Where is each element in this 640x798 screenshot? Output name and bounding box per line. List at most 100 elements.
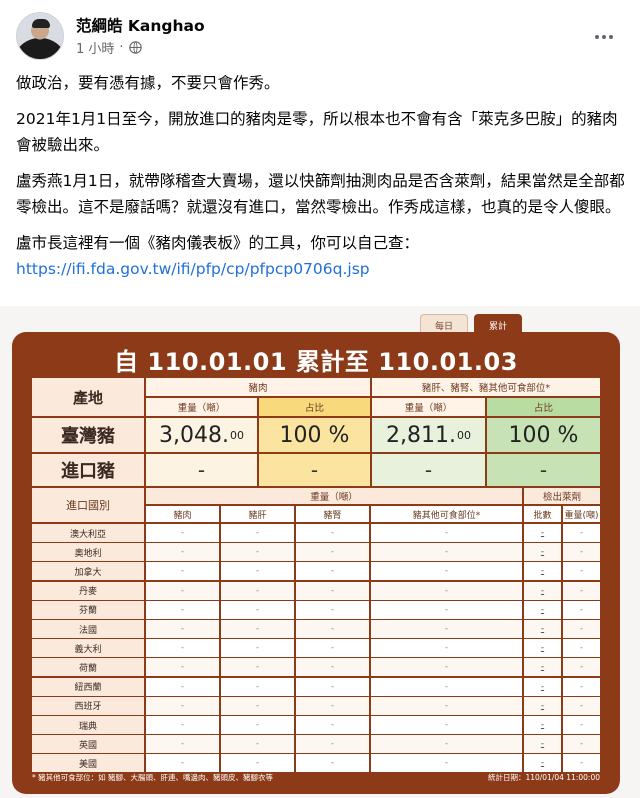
country-value-cell: - — [146, 524, 219, 543]
country-value-cell: - — [563, 754, 600, 773]
avatar[interactable] — [16, 12, 64, 60]
country-value-cell[interactable]: - — [524, 562, 561, 581]
country-value-cell: - — [221, 620, 294, 639]
col-pork: 豬肉 — [146, 506, 219, 522]
country-value-cell: - — [563, 658, 600, 677]
country-value-cell: - — [563, 696, 600, 715]
country-value-cell: - — [296, 754, 369, 773]
dashboard-title: 自 110.01.01 累計至 110.01.03 — [114, 348, 518, 376]
country-name: 西班牙 — [32, 696, 144, 715]
country-value-cell: - — [563, 620, 600, 639]
country-name: 美國 — [32, 754, 144, 773]
country-value-cell[interactable]: - — [524, 716, 561, 735]
country-name: 瑞典 — [32, 716, 144, 735]
country-value-cell[interactable]: - — [524, 543, 561, 562]
imported-other-weight: - — [372, 454, 485, 486]
country-value-cell[interactable]: - — [524, 754, 561, 773]
country-value-cell: - — [146, 639, 219, 658]
other-parts-header: 豬肝、豬腎、豬其他可食部位* — [372, 378, 600, 396]
country-value-cell: - — [146, 735, 219, 754]
country-value-cell: - — [296, 658, 369, 677]
country-name: 芬蘭 — [32, 600, 144, 619]
post-paragraph: 盧市長這裡有一個《豬肉儀表板》的工具，你可以自己查： https://ifi.f… — [16, 230, 628, 282]
country-value-cell: - — [563, 600, 600, 619]
post-image[interactable]: 每日 累計 自 110.01.01 累計至 110.01.03 產地 豬肉 豬肝… — [0, 306, 640, 798]
col-tested-weight: 重量(噸) — [563, 506, 600, 522]
country-value-cell[interactable]: - — [524, 658, 561, 677]
origin-header: 產地 — [32, 378, 144, 416]
country-value-cell: - — [221, 677, 294, 696]
country-value-cell: - — [563, 581, 600, 600]
country-value-cell: - — [146, 620, 219, 639]
country-value-cell[interactable]: - — [524, 620, 561, 639]
country-value-cell: - — [296, 696, 369, 715]
post-paragraph: 做政治，要有憑有據，不要只會作秀。 — [16, 74, 280, 92]
country-value-cell[interactable]: - — [524, 735, 561, 754]
country-value-cell: - — [221, 581, 294, 600]
country-value-cell: - — [146, 754, 219, 773]
country-value-cell: - — [221, 735, 294, 754]
country-value-cell[interactable]: - — [524, 677, 561, 696]
taiwan-other-weight-int: 2,811. — [386, 422, 456, 448]
taiwan-pork-weight-dec: 00 — [229, 428, 244, 442]
col-liver: 豬肝 — [221, 506, 294, 522]
country-value-cell: - — [146, 543, 219, 562]
country-name: 英國 — [32, 735, 144, 754]
country-value-cell: - — [563, 735, 600, 754]
country-header: 進口國別 — [32, 488, 144, 522]
country-value-cell: - — [296, 677, 369, 696]
country-value-cell: - — [221, 562, 294, 581]
country-value-cell: - — [296, 639, 369, 658]
imported-pork-weight: - — [146, 454, 257, 486]
country-value-cell: - — [371, 600, 522, 619]
country-value-cell[interactable]: - — [524, 581, 561, 600]
country-value-cell: - — [296, 716, 369, 735]
detail-tested-header: 檢出萊劑 — [524, 488, 600, 504]
col-other-parts: 豬其他可食部位* — [371, 506, 522, 522]
country-value-cell: - — [146, 658, 219, 677]
country-value-cell: - — [563, 677, 600, 696]
country-value-cell: - — [563, 716, 600, 735]
country-value-cell: - — [371, 716, 522, 735]
dashboard-link[interactable]: https://ifi.fda.gov.tw/ifi/pfp/cp/pfpcp0… — [16, 260, 370, 278]
country-value-cell: - — [371, 543, 522, 562]
country-value-cell[interactable]: - — [524, 524, 561, 543]
country-value-cell: - — [221, 658, 294, 677]
post-time[interactable]: 1 小時 — [76, 38, 114, 57]
country-value-cell[interactable]: - — [524, 600, 561, 619]
globe-icon[interactable] — [128, 41, 142, 54]
taiwan-other-weight: 2,811. 00 — [372, 418, 485, 452]
country-value-cell: - — [296, 735, 369, 754]
country-value-cell: - — [563, 639, 600, 658]
dashboard-footnote: * 豬其他可食部位：如 豬腳、大腸頭、肝連、嘴邊肉、豬頭皮、豬腳衣等 — [32, 773, 274, 782]
country-value-cell: - — [296, 600, 369, 619]
stat-date: 統計日期：110/01/04 11:00:00 — [487, 773, 600, 782]
country-value-cell: - — [371, 639, 522, 658]
country-value-cell: - — [146, 562, 219, 581]
other-share-header: 占比 — [487, 398, 600, 416]
country-value-cell: - — [296, 581, 369, 600]
country-value-cell: - — [296, 524, 369, 543]
country-value-cell: - — [371, 696, 522, 715]
post-meta: 1 小時 · — [76, 38, 142, 57]
country-value-cell: - — [146, 716, 219, 735]
country-value-cell: - — [296, 562, 369, 581]
country-name: 加拿大 — [32, 562, 144, 581]
country-name: 法國 — [32, 620, 144, 639]
country-value-cell: - — [296, 543, 369, 562]
author-name[interactable]: 范綱皓 Kanghao — [76, 14, 205, 36]
country-name: 紐西蘭 — [32, 677, 144, 696]
taiwan-pork-weight: 3,048. 00 — [146, 418, 257, 452]
country-value-cell: - — [563, 524, 600, 543]
col-batches: 批數 — [524, 506, 561, 522]
origin-taiwan: 臺灣豬 — [32, 418, 144, 452]
taiwan-other-weight-dec: 00 — [456, 428, 471, 442]
country-value-cell[interactable]: - — [524, 639, 561, 658]
country-value-cell: - — [371, 581, 522, 600]
country-value-cell: - — [146, 600, 219, 619]
meta-separator: · — [119, 40, 124, 55]
col-kidney: 豬腎 — [296, 506, 369, 522]
origin-imported: 進口豬 — [32, 454, 144, 486]
country-value-cell[interactable]: - — [524, 696, 561, 715]
more-options-icon[interactable] — [586, 22, 622, 52]
